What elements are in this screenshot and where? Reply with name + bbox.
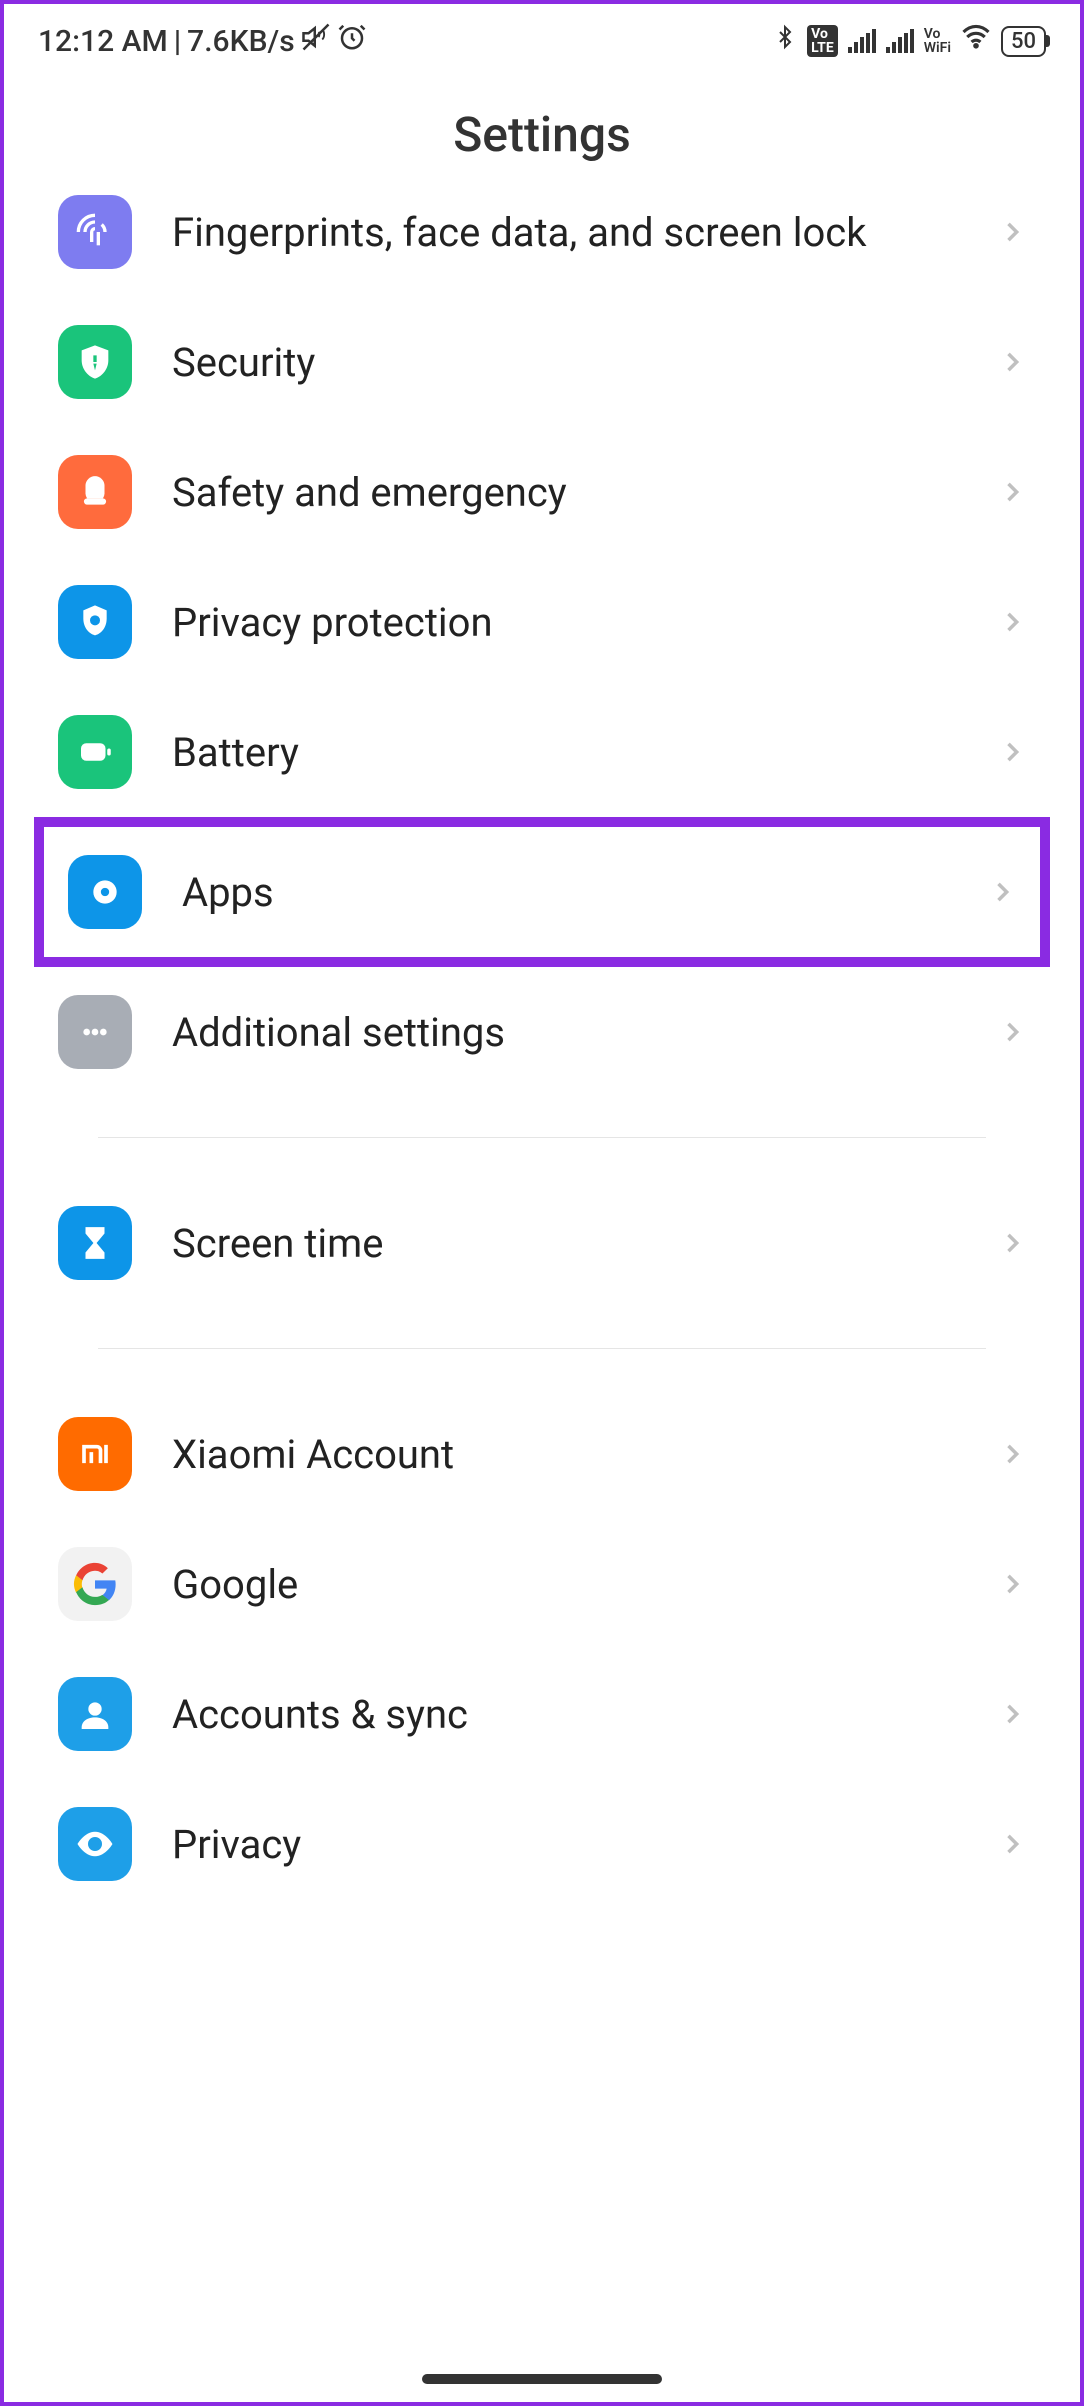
- fingerprint-icon: [58, 195, 132, 269]
- row-label: Google: [172, 1561, 958, 1608]
- row-battery[interactable]: Battery: [44, 687, 1040, 817]
- divider: [98, 1137, 986, 1138]
- home-indicator[interactable]: [422, 2374, 662, 2384]
- row-label: Additional settings: [172, 1009, 958, 1056]
- privacy-eye-icon: [58, 1807, 132, 1881]
- chevron-right-icon: [998, 1018, 1026, 1046]
- page-title: Settings: [4, 106, 1080, 163]
- chevron-right-icon: [998, 738, 1026, 766]
- mute-icon: [301, 22, 331, 60]
- page-header: Settings: [4, 74, 1080, 203]
- row-label: Safety and emergency: [172, 469, 958, 516]
- wifi-icon: [961, 22, 991, 60]
- security-icon: [58, 325, 132, 399]
- row-label: Security: [172, 339, 958, 386]
- chevron-right-icon: [998, 348, 1026, 376]
- row-label: Screen time: [172, 1220, 958, 1267]
- status-bar: 12:12 AM | 7.6KB/s VoLTE Vo WiFi: [4, 4, 1080, 74]
- vowifi-label: Vo WiFi: [924, 27, 951, 55]
- battery-indicator: 50: [1001, 26, 1046, 57]
- row-label: Apps: [182, 869, 948, 916]
- signal-icon-2: [886, 29, 914, 53]
- row-label: Fingerprints, face data, and screen lock: [172, 209, 958, 256]
- status-right: VoLTE Vo WiFi 50: [773, 22, 1046, 60]
- google-icon: [58, 1547, 132, 1621]
- row-safety[interactable]: Safety and emergency: [44, 427, 1040, 557]
- volte-badge: VoLTE: [807, 25, 838, 57]
- chevron-right-icon: [998, 1570, 1026, 1598]
- apps-icon: [68, 855, 142, 929]
- row-label: Privacy: [172, 1821, 958, 1868]
- status-net-speed: 7.6KB/s: [187, 24, 294, 59]
- xiaomi-icon: [58, 1417, 132, 1491]
- row-apps[interactable]: Apps: [54, 827, 1030, 957]
- screen-time-icon: [58, 1206, 132, 1280]
- row-label: Battery: [172, 729, 958, 776]
- apps-highlight: Apps: [34, 817, 1050, 967]
- accounts-icon: [58, 1677, 132, 1751]
- chevron-right-icon: [988, 878, 1016, 906]
- chevron-right-icon: [998, 1229, 1026, 1257]
- divider: [98, 1348, 986, 1349]
- chevron-right-icon: [998, 1700, 1026, 1728]
- row-accounts-sync[interactable]: Accounts & sync: [44, 1649, 1040, 1779]
- chevron-right-icon: [998, 218, 1026, 246]
- row-google[interactable]: Google: [44, 1519, 1040, 1649]
- row-label: Accounts & sync: [172, 1691, 958, 1738]
- status-time: 12:12 AM: [38, 24, 168, 59]
- chevron-right-icon: [998, 608, 1026, 636]
- row-label: Xiaomi Account: [172, 1431, 958, 1478]
- settings-list[interactable]: Fingerprints, face data, and screen lock…: [4, 195, 1080, 1909]
- row-privacy-protection[interactable]: Privacy protection: [44, 557, 1040, 687]
- signal-icon-1: [848, 29, 876, 53]
- chevron-right-icon: [998, 1440, 1026, 1468]
- row-xiaomi-account[interactable]: Xiaomi Account: [44, 1389, 1040, 1519]
- battery-icon: [58, 715, 132, 789]
- bluetooth-icon: [773, 22, 797, 60]
- row-additional[interactable]: Additional settings: [44, 967, 1040, 1097]
- alarm-icon: [337, 22, 367, 60]
- row-label: Privacy protection: [172, 599, 958, 646]
- safety-icon: [58, 455, 132, 529]
- additional-icon: [58, 995, 132, 1069]
- row-privacy[interactable]: Privacy: [44, 1779, 1040, 1909]
- status-left: 12:12 AM | 7.6KB/s: [38, 22, 367, 60]
- chevron-right-icon: [998, 478, 1026, 506]
- row-security[interactable]: Security: [44, 297, 1040, 427]
- chevron-right-icon: [998, 1830, 1026, 1858]
- row-fingerprints[interactable]: Fingerprints, face data, and screen lock: [44, 195, 1040, 297]
- row-screen-time[interactable]: Screen time: [44, 1178, 1040, 1308]
- privacy-protection-icon: [58, 585, 132, 659]
